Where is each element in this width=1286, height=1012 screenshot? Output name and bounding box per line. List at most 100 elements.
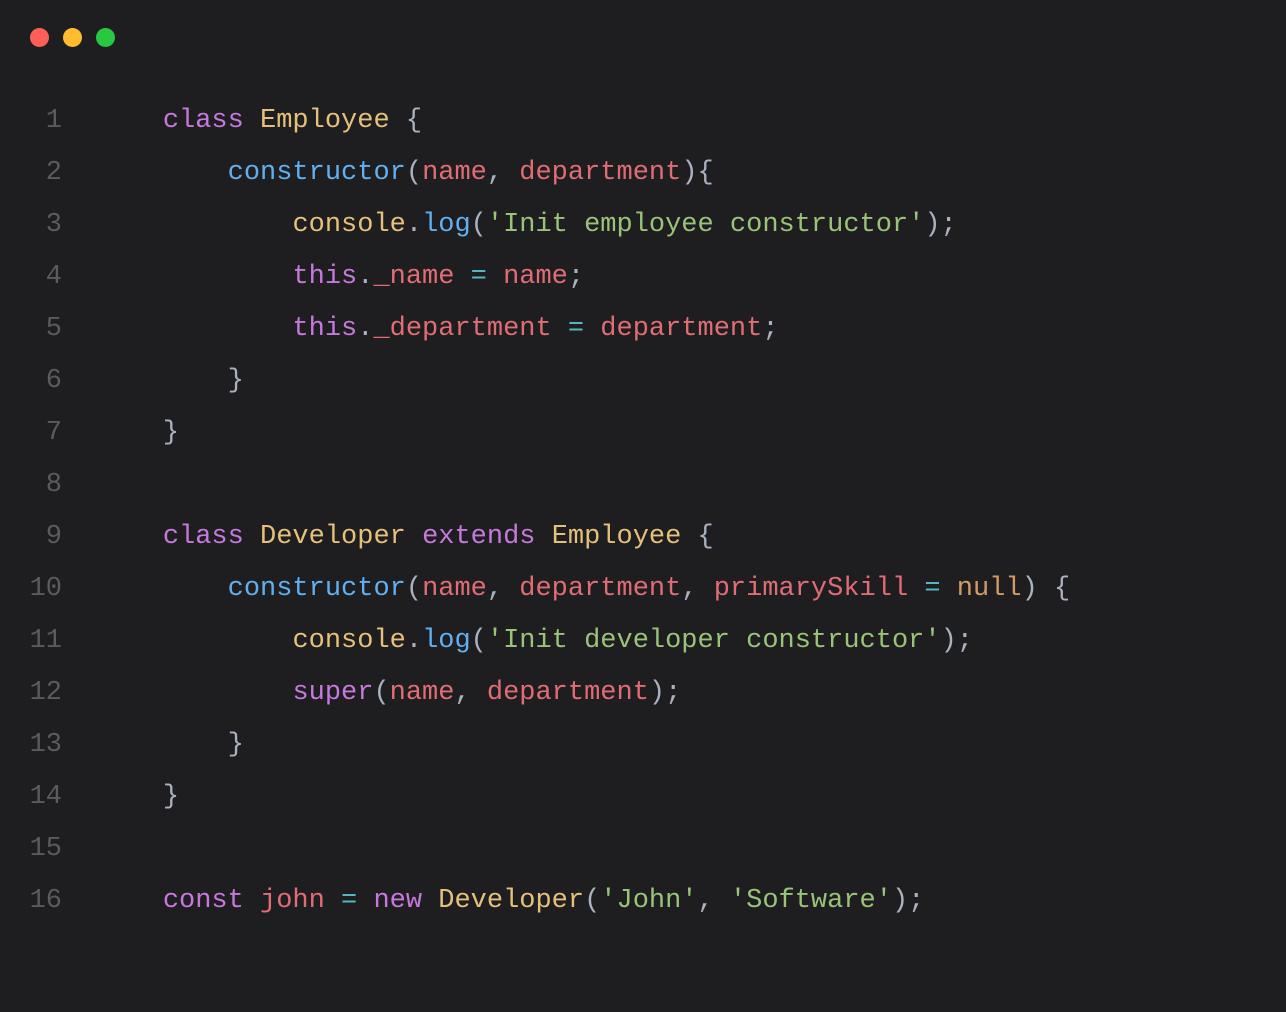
- token-param: john: [260, 886, 325, 916]
- code-content[interactable]: class Developer extends Employee {: [98, 511, 714, 563]
- indent: [98, 574, 228, 604]
- code-content[interactable]: super(name, department);: [98, 667, 681, 719]
- token-fn: constructor: [228, 158, 406, 188]
- code-line[interactable]: 10 constructor(name, department, primary…: [0, 563, 1286, 615]
- token-param: name: [422, 574, 487, 604]
- indent: [98, 210, 292, 240]
- token-punct: );: [941, 626, 973, 656]
- line-number: 2: [0, 147, 98, 199]
- code-editor[interactable]: 1 class Employee {2 constructor(name, de…: [0, 47, 1286, 927]
- token-punct: ,: [487, 574, 519, 604]
- token-punct: .: [406, 626, 422, 656]
- token-punct: {: [681, 522, 713, 552]
- code-line[interactable]: 3 console.log('Init employee constructor…: [0, 199, 1286, 251]
- token-fn: log: [422, 626, 471, 656]
- indent: [98, 730, 228, 760]
- token-cls: Employee: [260, 106, 390, 136]
- code-line[interactable]: 4 this._name = name;: [0, 251, 1286, 303]
- token-kw: this: [292, 314, 357, 344]
- code-content[interactable]: }: [98, 771, 179, 823]
- code-line[interactable]: 13 }: [0, 719, 1286, 771]
- token-punct: [244, 522, 260, 552]
- token-punct: [422, 886, 438, 916]
- token-str: 'Init developer constructor': [487, 626, 941, 656]
- token-punct: [244, 106, 260, 136]
- code-line[interactable]: 11 console.log('Init developer construct…: [0, 615, 1286, 667]
- close-icon[interactable]: [30, 28, 49, 47]
- token-punct: (: [406, 158, 422, 188]
- token-str: 'Software': [730, 886, 892, 916]
- code-content[interactable]: }: [98, 719, 244, 771]
- code-line[interactable]: 1 class Employee {: [0, 95, 1286, 147]
- code-line[interactable]: 14 }: [0, 771, 1286, 823]
- code-content[interactable]: this._name = name;: [98, 251, 584, 303]
- code-line[interactable]: 16 const john = new Developer('John', 'S…: [0, 875, 1286, 927]
- token-punct: ,: [698, 886, 730, 916]
- indent: [98, 886, 163, 916]
- token-punct: (: [406, 574, 422, 604]
- token-punct: }: [163, 418, 179, 448]
- token-punct: (: [471, 210, 487, 240]
- token-param: department: [519, 574, 681, 604]
- token-punct: [244, 886, 260, 916]
- line-number: 11: [0, 615, 98, 667]
- indent: [98, 418, 163, 448]
- token-str: 'Init employee constructor': [487, 210, 924, 240]
- code-content[interactable]: constructor(name, department){: [98, 147, 714, 199]
- indent: [98, 782, 163, 812]
- code-line[interactable]: 9 class Developer extends Employee {: [0, 511, 1286, 563]
- token-punct: ) {: [1022, 574, 1071, 604]
- code-content[interactable]: console.log('Init developer constructor'…: [98, 615, 973, 667]
- token-op: =: [924, 574, 940, 604]
- code-line[interactable]: 2 constructor(name, department){: [0, 147, 1286, 199]
- code-content[interactable]: }: [98, 355, 244, 407]
- code-content[interactable]: }: [98, 407, 179, 459]
- line-number: 8: [0, 459, 98, 511]
- token-param: primarySkill: [714, 574, 908, 604]
- token-punct: [535, 522, 551, 552]
- line-number: 16: [0, 875, 98, 927]
- line-number: 14: [0, 771, 98, 823]
- code-content[interactable]: constructor(name, department, primarySki…: [98, 563, 1070, 615]
- token-punct: .: [357, 262, 373, 292]
- token-punct: );: [924, 210, 956, 240]
- token-punct: (: [373, 678, 389, 708]
- code-content[interactable]: const john = new Developer('John', 'Soft…: [98, 875, 924, 927]
- line-number: 5: [0, 303, 98, 355]
- token-punct: (: [584, 886, 600, 916]
- minimize-icon[interactable]: [63, 28, 82, 47]
- code-content[interactable]: console.log('Init employee constructor')…: [98, 199, 957, 251]
- indent: [98, 158, 228, 188]
- token-op: =: [471, 262, 487, 292]
- code-line[interactable]: 7 }: [0, 407, 1286, 459]
- token-prop: _department: [373, 314, 551, 344]
- code-line[interactable]: 5 this._department = department;: [0, 303, 1286, 355]
- token-kw: const: [163, 886, 244, 916]
- token-punct: [487, 262, 503, 292]
- token-kw: class: [163, 106, 244, 136]
- token-punct: ){: [681, 158, 713, 188]
- code-line[interactable]: 6 }: [0, 355, 1286, 407]
- token-punct: ,: [681, 574, 713, 604]
- indent: [98, 262, 292, 292]
- token-kw: this: [292, 262, 357, 292]
- code-line[interactable]: 15: [0, 823, 1286, 875]
- token-punct: .: [357, 314, 373, 344]
- token-punct: (: [471, 626, 487, 656]
- token-punct: );: [649, 678, 681, 708]
- line-number: 7: [0, 407, 98, 459]
- token-punct: [908, 574, 924, 604]
- token-kw: super: [292, 678, 373, 708]
- code-window: 1 class Employee {2 constructor(name, de…: [0, 0, 1286, 1012]
- window-traffic-lights: [0, 0, 1286, 47]
- code-content[interactable]: class Employee {: [98, 95, 422, 147]
- code-content[interactable]: this._department = department;: [98, 303, 779, 355]
- line-number: 9: [0, 511, 98, 563]
- code-line[interactable]: 12 super(name, department);: [0, 667, 1286, 719]
- code-line[interactable]: 8: [0, 459, 1286, 511]
- token-punct: ,: [487, 158, 519, 188]
- indent: [98, 678, 292, 708]
- line-number: 6: [0, 355, 98, 407]
- zoom-icon[interactable]: [96, 28, 115, 47]
- token-punct: [552, 314, 568, 344]
